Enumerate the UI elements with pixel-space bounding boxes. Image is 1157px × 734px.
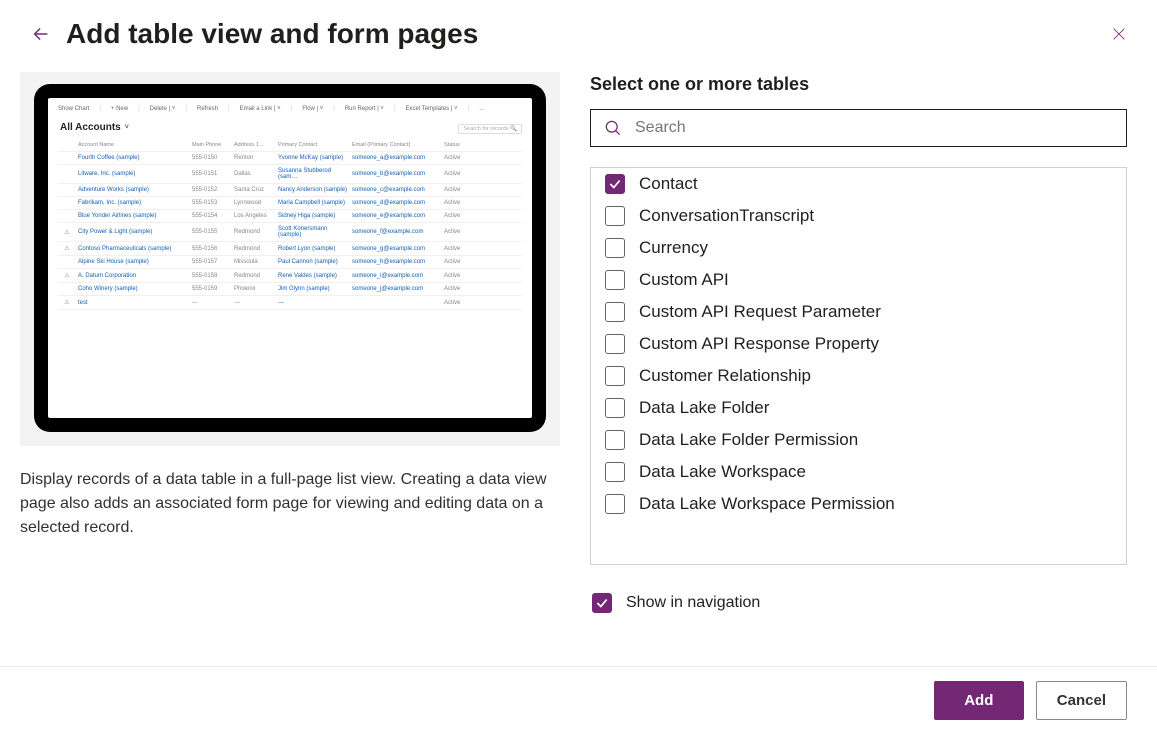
table-checkbox[interactable] [605,302,625,322]
show-in-navigation-checkbox[interactable] [592,593,612,613]
table-checkbox[interactable] [605,430,625,450]
search-icon [603,118,623,138]
preview-grid-row: ⚠A. Datum Corporation555-0158RedmondRene… [58,269,522,283]
preview-grid-header: Account NameMain PhoneAddress 1…Primary … [58,139,522,152]
preview-cmd: Delete | ˅ [150,106,176,112]
dialog-title: Add table view and form pages [66,18,478,50]
table-label: Custom API Response Property [639,334,879,354]
cancel-button[interactable]: Cancel [1036,681,1127,720]
add-button[interactable]: Add [934,681,1024,720]
show-in-navigation-option[interactable]: Show in navigation [590,593,1127,613]
table-checkbox[interactable] [605,334,625,354]
close-icon [1111,26,1127,42]
dialog-body: Show Chart|+ New|Delete | ˅|Refresh|Emai… [0,62,1157,652]
table-checkbox[interactable] [605,206,625,226]
table-item[interactable]: Custom API Request Parameter [591,296,1126,328]
preview-grid-row: Litware, Inc. (sample)555-0151DallasSusa… [58,165,522,184]
table-checkbox[interactable] [605,398,625,418]
table-item[interactable]: ConversationTranscript [591,200,1126,232]
table-checkbox[interactable] [605,494,625,514]
table-item[interactable]: Data Lake Workspace Permission [591,488,1126,520]
preview-cmd: Refresh [197,106,218,112]
table-item[interactable]: Data Lake Folder [591,392,1126,424]
table-item[interactable]: Data Lake Workspace [591,456,1126,488]
preview-commandbar: Show Chart|+ New|Delete | ˅|Refresh|Emai… [58,106,485,112]
device-bezel: Show Chart|+ New|Delete | ˅|Refresh|Emai… [34,84,546,432]
table-checkbox[interactable] [605,366,625,386]
preview-grid-row: Fabrikam, Inc. (sample)555-0153LynnwoodM… [58,197,522,210]
preview-view-title: All Accounts ˅ [60,122,129,133]
preview-screen: Show Chart|+ New|Delete | ˅|Refresh|Emai… [48,98,532,418]
table-checkbox[interactable] [605,238,625,258]
preview-grid-row: Blue Yonder Airlines (sample)555-0154Los… [58,210,522,223]
preview-grid-row: ⚠test---------Active [58,296,522,310]
table-item[interactable]: Custom API [591,264,1126,296]
left-column: Show Chart|+ New|Delete | ˅|Refresh|Emai… [20,72,560,652]
chevron-down-icon: ˅ [125,124,129,131]
preview-cmd: Run Report | ˅ [345,106,384,112]
preview-grid-rows: Fourth Coffee (sample)555-0150RentonYvon… [58,152,522,310]
right-column: Select one or more tables Contact Convers… [590,72,1127,652]
preview-cmd: Flow | ˅ [302,106,323,112]
preview-grid-row: Alpine Ski House (sample)555-0157Missoul… [58,256,522,269]
table-label: Data Lake Workspace [639,462,806,482]
show-in-navigation-label: Show in navigation [626,594,760,612]
preview-view-title-text: All Accounts [60,122,121,133]
table-item[interactable]: Currency [591,232,1126,264]
preview-grid-row: Fourth Coffee (sample)555-0150RentonYvon… [58,152,522,165]
table-label: ConversationTranscript [639,206,814,226]
tables-list[interactable]: Contact ConversationTranscript Currency Cus… [590,167,1127,565]
preview-frame: Show Chart|+ New|Delete | ˅|Refresh|Emai… [20,72,560,446]
preview-grid-row: ⚠City Power & Light (sample)555-0155Redm… [58,223,522,242]
preview-grid-row: ⚠Contoso Pharmaceuticals (sample)555-015… [58,242,522,256]
table-checkbox[interactable] [605,270,625,290]
preview-cmd: Show Chart [58,106,89,112]
preview-grid-row: Coho Winery (sample)555-0159PhoenixJim G… [58,283,522,296]
table-item[interactable]: Customer Relationship [591,360,1126,392]
table-label: Data Lake Folder [639,398,769,418]
preview-cmd: … [479,106,485,112]
table-label: Custom API Request Parameter [639,302,881,322]
tables-section-label: Select one or more tables [590,74,1127,95]
table-search-input[interactable] [633,118,1114,138]
preview-search: Search for records 🔍 [458,124,522,134]
preview-search-placeholder: Search for records [463,126,508,132]
table-checkbox[interactable] [605,174,625,194]
table-item[interactable]: Contact [591,168,1126,200]
table-item[interactable]: Data Lake Folder Permission [591,424,1126,456]
preview-cmd: + New [111,106,128,112]
dialog-header: Add table view and form pages [0,0,1157,62]
close-button[interactable] [1111,26,1127,42]
table-checkbox[interactable] [605,462,625,482]
table-item[interactable]: Custom API Response Property [591,328,1126,360]
table-label: Customer Relationship [639,366,811,386]
dialog-footer: Add Cancel [0,666,1157,734]
table-label: Currency [639,238,708,258]
table-label: Custom API [639,270,729,290]
preview-grid-row: Adventure Works (sample)555-0152Santa Cr… [58,184,522,197]
preview-cmd: Email a Link | ˅ [240,106,281,112]
table-label: Contact [639,174,698,194]
page-description: Display records of a data table in a ful… [20,468,560,540]
header-left: Add table view and form pages [30,18,478,50]
preview-cmd: Excel Templates | ˅ [406,106,458,112]
table-label: Data Lake Folder Permission [639,430,858,450]
arrow-left-icon [30,23,52,45]
table-label: Data Lake Workspace Permission [639,494,895,514]
table-search[interactable] [590,109,1127,147]
back-button[interactable] [30,23,52,45]
